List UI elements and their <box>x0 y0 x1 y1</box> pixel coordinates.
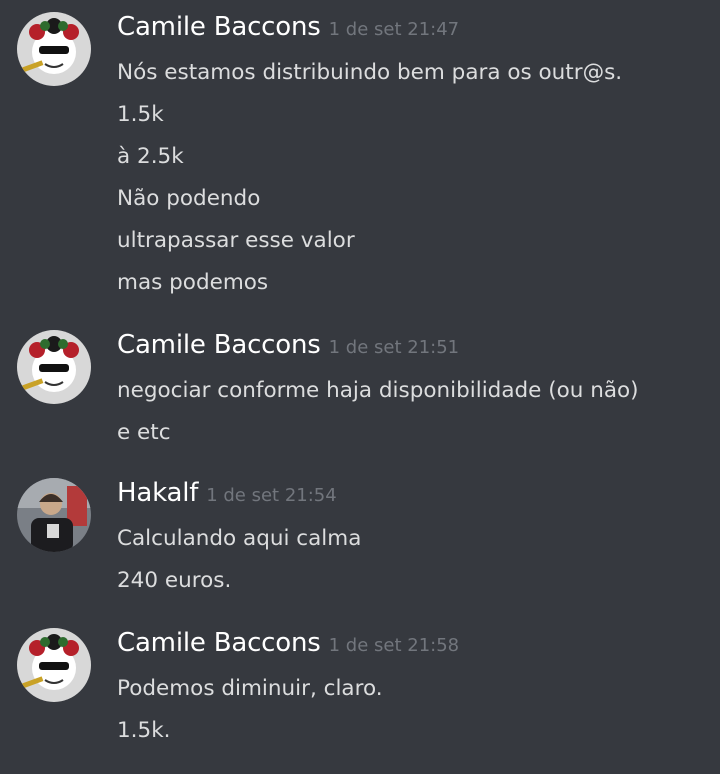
avatar[interactable] <box>17 478 91 552</box>
message-header: Hakalf 1 de set 21:54 <box>117 478 337 518</box>
message-line: 240 euros. <box>117 568 232 593</box>
timestamp[interactable]: 1 de set 21:47 <box>329 19 460 40</box>
message-line: e etc <box>117 420 171 445</box>
timestamp[interactable]: 1 de set 21:58 <box>329 635 460 656</box>
message-line: 1.5k <box>117 102 164 127</box>
message-line: ultrapassar esse valor <box>117 228 355 253</box>
message-header: Camile Baccons 1 de set 21:58 <box>117 628 459 668</box>
message-line: Podemos diminuir, claro. <box>117 676 383 701</box>
message-line: à 2.5k <box>117 144 184 169</box>
author-name[interactable]: Camile Baccons <box>117 330 321 360</box>
timestamp[interactable]: 1 de set 21:54 <box>206 485 337 506</box>
message-line: mas podemos <box>117 270 269 295</box>
message-header: Camile Baccons 1 de set 21:51 <box>117 330 459 370</box>
message-content: Nós estamos distribuindo bem para os out… <box>117 52 622 304</box>
message-line: 1.5k. <box>117 718 171 743</box>
message-header: Camile Baccons 1 de set 21:47 <box>117 12 459 52</box>
author-name[interactable]: Camile Baccons <box>117 628 321 658</box>
message-line: Calculando aqui calma <box>117 526 362 551</box>
author-name[interactable]: Camile Baccons <box>117 12 321 42</box>
timestamp[interactable]: 1 de set 21:51 <box>329 337 460 358</box>
message-line: Não podendo <box>117 186 261 211</box>
avatar[interactable] <box>17 628 91 702</box>
message-content: Calculando aqui calma 240 euros. <box>117 518 361 602</box>
avatar[interactable] <box>17 12 91 86</box>
message-line: negociar conforme haja disponibilidade (… <box>117 378 639 403</box>
author-name[interactable]: Hakalf <box>117 478 198 508</box>
message-content: negociar conforme haja disponibilidade (… <box>117 370 639 454</box>
message-content: Podemos diminuir, claro. 1.5k. <box>117 668 383 752</box>
message-line: Nós estamos distribuindo bem para os out… <box>117 60 623 85</box>
avatar[interactable] <box>17 330 91 404</box>
